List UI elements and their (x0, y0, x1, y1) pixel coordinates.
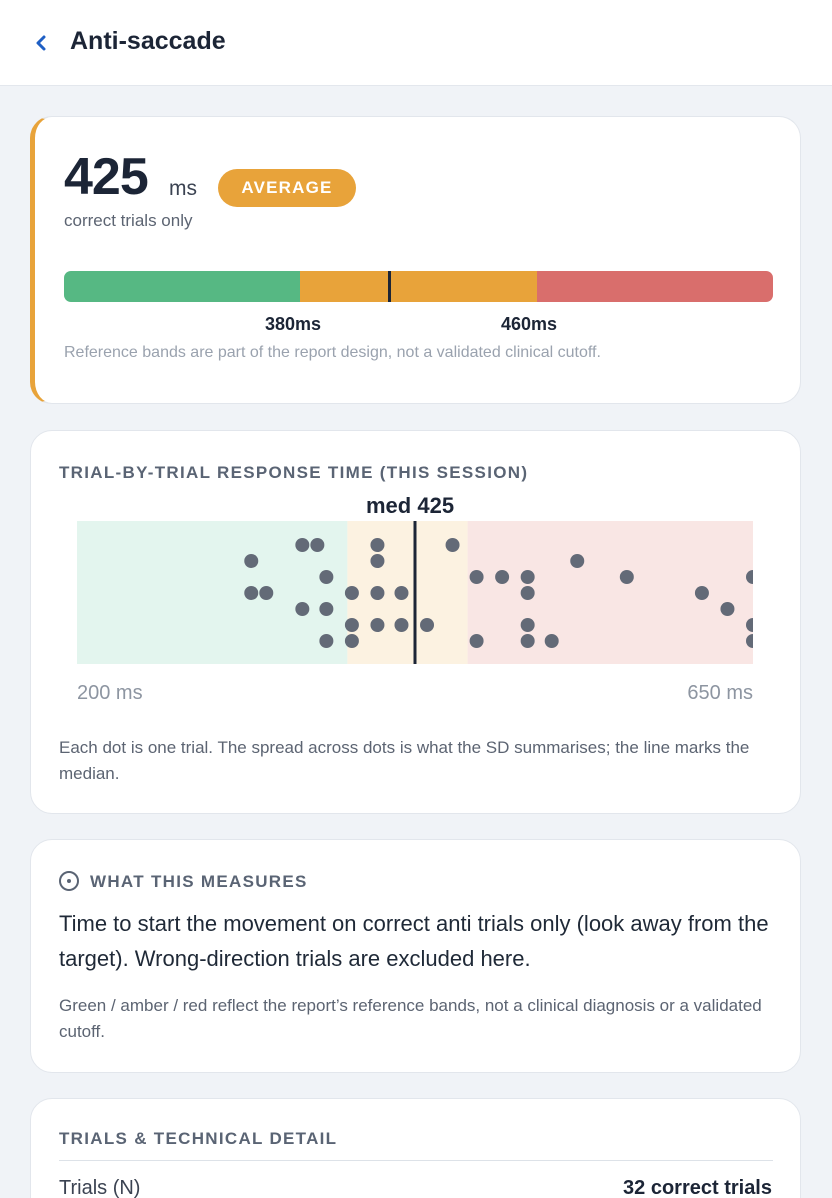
trial-dot (544, 634, 559, 648)
median-line (413, 521, 417, 664)
trial-dot (295, 602, 310, 616)
value-marker (388, 271, 391, 302)
measures-note: Green / amber / red reflect the report’s… (59, 996, 762, 1041)
trial-dot (570, 554, 585, 568)
response-time-unit: ms (169, 177, 197, 200)
trial-dot (520, 570, 535, 584)
info-icon (59, 871, 79, 891)
trial-dot (469, 570, 484, 584)
trial-dot (520, 634, 535, 648)
trial-dot (520, 586, 535, 600)
trial-dot (344, 586, 359, 600)
trial-dot (370, 538, 385, 552)
trial-dot (344, 634, 359, 648)
trials-value: 32 correct trials (623, 1177, 772, 1198)
summary-subtitle: correct trials only (64, 211, 193, 230)
trial-dot (259, 586, 274, 600)
threshold-high-label: 460ms (501, 314, 558, 334)
band-red (537, 271, 773, 302)
trial-scatter-chart (77, 521, 753, 664)
trial-dot (495, 570, 510, 584)
trial-dot (394, 586, 409, 600)
trial-dot (370, 586, 385, 600)
trial-dot (244, 554, 259, 568)
chart-band-2 (467, 521, 753, 664)
chart-caption: Each dot is one trial. The spread across… (59, 738, 750, 783)
details-heading: TRIALS & TECHNICAL DETAIL (59, 1129, 338, 1148)
trial-dot (394, 618, 409, 632)
trial-dot (469, 634, 484, 648)
trial-chart-card: TRIAL-BY-TRIAL RESPONSE TIME (THIS SESSI… (30, 430, 801, 814)
summary-card: 425 ms AVERAGE correct trials only 380ms… (30, 116, 801, 404)
trial-dot (619, 570, 634, 584)
band-green (64, 271, 300, 302)
trial-dot (520, 618, 535, 632)
status-badge: AVERAGE (218, 169, 356, 207)
trial-dot (295, 538, 310, 552)
trial-dot (420, 618, 435, 632)
measures-description: Time to start the movement on correct an… (59, 911, 769, 971)
details-card: TRIALS & TECHNICAL DETAIL Trials (N) 32 … (30, 1098, 801, 1198)
chevron-left-icon[interactable] (28, 26, 56, 60)
measures-card: WHAT THIS MEASURES Time to start the mov… (30, 839, 801, 1073)
chart-title: TRIAL-BY-TRIAL RESPONSE TIME (THIS SESSI… (59, 463, 529, 482)
trial-dot (319, 634, 334, 648)
trial-dot (694, 586, 709, 600)
trial-dot (720, 602, 735, 616)
response-time-value: 425 (64, 148, 149, 206)
trial-dot (319, 602, 334, 616)
trial-dot (344, 618, 359, 632)
x-axis-max-label: 650 ms (687, 682, 753, 704)
x-axis-min-label: 200 ms (77, 682, 143, 704)
page-title: Anti-saccade (70, 27, 226, 55)
trial-dot (445, 538, 460, 552)
top-bar: Anti-saccade (0, 0, 832, 86)
reference-band-bar (64, 271, 773, 302)
trial-dot (370, 618, 385, 632)
threshold-low-label: 380ms (265, 314, 322, 334)
trial-dot (310, 538, 325, 552)
median-label: med 425 (366, 493, 455, 518)
measures-heading: WHAT THIS MEASURES (90, 872, 308, 891)
trials-label: Trials (N) (59, 1177, 141, 1198)
band-amber (300, 271, 537, 302)
trial-dot (244, 586, 259, 600)
trial-dot (319, 570, 334, 584)
band-disclaimer: Reference bands are part of the report d… (64, 344, 601, 361)
trial-dot (370, 554, 385, 568)
divider (59, 1160, 773, 1161)
